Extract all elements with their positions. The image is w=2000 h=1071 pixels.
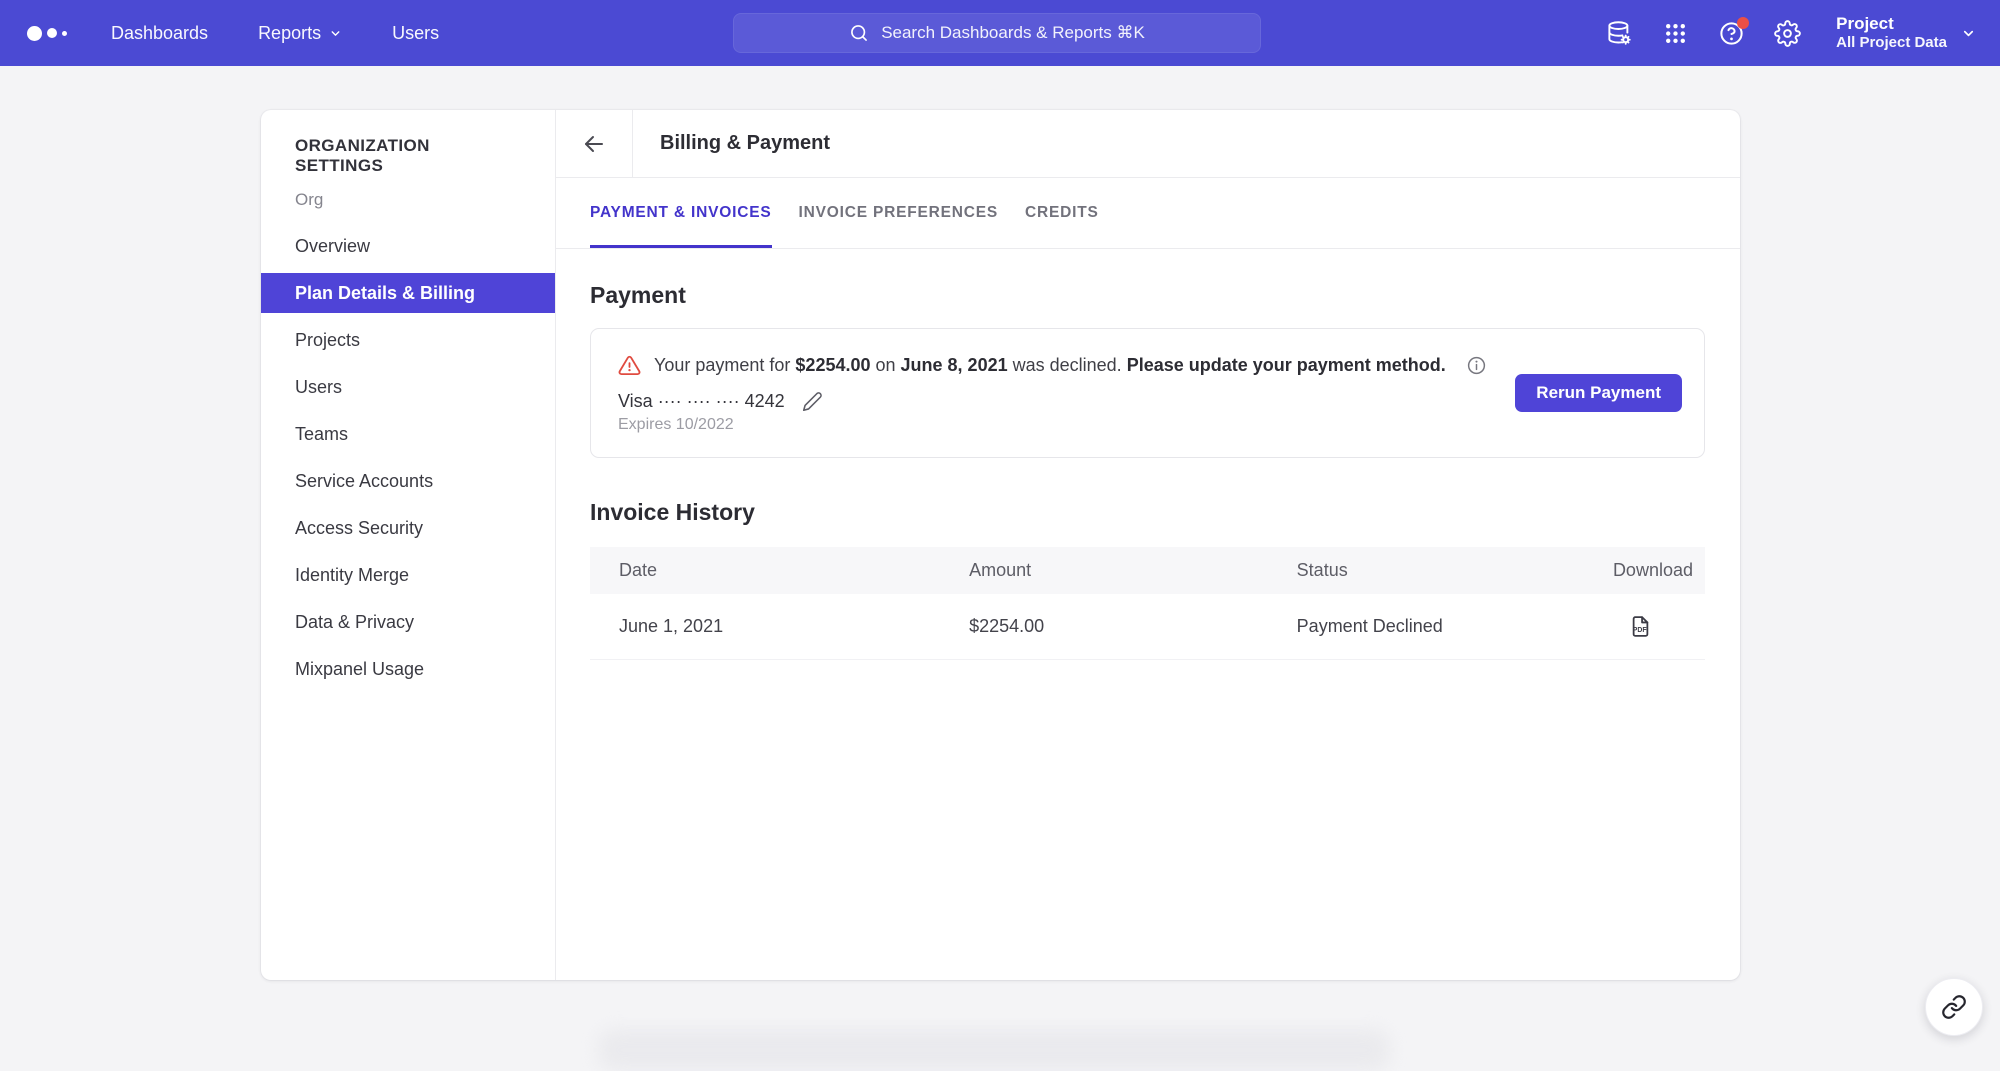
logo-dot [27, 26, 42, 41]
warning-triangle-icon [618, 354, 641, 377]
top-navbar: Dashboards Reports Users Search Dashboar… [0, 0, 2000, 66]
pencil-icon [802, 391, 823, 412]
alert-text-segment: Your payment for [654, 355, 795, 375]
column-header-date: Date [619, 560, 969, 581]
invoice-history-heading: Invoice History [590, 499, 1705, 526]
sidebar-item-plan-details-billing[interactable]: Plan Details & Billing [261, 273, 555, 313]
invoice-table-header: Date Amount Status Download [590, 547, 1705, 594]
project-switcher-labels: Project All Project Data [1836, 13, 1947, 53]
primary-nav: Dashboards Reports Users [111, 23, 439, 44]
settings-panel: ORGANIZATION SETTINGS Org Overview Plan … [261, 110, 1740, 980]
invoice-status: Payment Declined [1297, 616, 1587, 637]
column-header-status: Status [1297, 560, 1587, 581]
alert-text-segment: on [871, 355, 901, 375]
alert-emphasis: Please update your payment method. [1127, 355, 1446, 375]
navbar-right: Project All Project Data [1606, 13, 1976, 53]
org-name: Org [261, 190, 555, 210]
invoice-date: June 1, 2021 [619, 616, 969, 637]
sidebar-item-mixpanel-usage[interactable]: Mixpanel Usage [261, 649, 555, 689]
search-placeholder: Search Dashboards & Reports ⌘K [881, 23, 1145, 43]
sidebar-item-teams[interactable]: Teams [261, 414, 555, 454]
nav-link-users[interactable]: Users [392, 23, 439, 44]
payment-heading: Payment [590, 282, 1705, 309]
chevron-down-icon [329, 27, 342, 40]
alert-text-segment: was declined. [1008, 355, 1127, 375]
mixpanel-logo-icon[interactable] [27, 26, 67, 41]
tab-credits[interactable]: CREDITS [1025, 178, 1099, 248]
column-header-amount: Amount [969, 560, 1297, 581]
declined-alert: Your payment for $2254.00 on June 8, 202… [618, 354, 1677, 377]
sidebar-item-data-privacy[interactable]: Data & Privacy [261, 602, 555, 642]
card-expiry: Expires 10/2022 [618, 416, 1677, 434]
logo-dot [62, 31, 67, 36]
back-button[interactable] [556, 110, 633, 177]
sidebar-nav: Overview Plan Details & Billing Projects… [261, 226, 555, 696]
declined-alert-text: Your payment for $2254.00 on June 8, 202… [654, 355, 1446, 376]
sidebar-item-identity-merge[interactable]: Identity Merge [261, 555, 555, 595]
settings-gear-icon[interactable] [1774, 20, 1801, 47]
sidebar-item-access-security[interactable]: Access Security [261, 508, 555, 548]
payment-declined-card: Your payment for $2254.00 on June 8, 202… [590, 328, 1705, 458]
tab-content: Payment Your payment for $2254.00 on Jun… [556, 249, 1740, 660]
sidebar-item-service-accounts[interactable]: Service Accounts [261, 461, 555, 501]
edit-payment-method-button[interactable] [802, 391, 823, 412]
alert-date: June 8, 2021 [901, 355, 1008, 375]
card-label: Visa ···· ···· ···· 4242 [618, 391, 785, 412]
link-icon [1941, 994, 1967, 1020]
rerun-payment-button[interactable]: Rerun Payment [1515, 374, 1682, 412]
main-header: Billing & Payment [556, 110, 1740, 178]
project-switcher-subtitle: All Project Data [1836, 34, 1947, 53]
page: Dashboards Reports Users Search Dashboar… [0, 0, 2000, 1046]
info-icon[interactable] [1466, 355, 1487, 376]
sidebar-item-overview[interactable]: Overview [261, 226, 555, 266]
project-switcher-title: Project [1836, 13, 1947, 34]
invoice-row: June 1, 2021 $2254.00 Payment Declined P… [590, 594, 1705, 660]
billing-main: Billing & Payment PAYMENT & INVOICES INV… [556, 110, 1740, 980]
chevron-down-icon [1961, 26, 1976, 41]
logo-dot [47, 28, 57, 38]
sidebar-section-label: ORGANIZATION SETTINGS [261, 136, 555, 176]
column-header-download: Download [1587, 560, 1693, 581]
alert-amount: $2254.00 [795, 355, 870, 375]
sidebar-item-projects[interactable]: Projects [261, 320, 555, 360]
sidebar-item-users[interactable]: Users [261, 367, 555, 407]
search-input[interactable]: Search Dashboards & Reports ⌘K [733, 13, 1261, 53]
help-icon[interactable] [1718, 20, 1745, 47]
tab-invoice-preferences[interactable]: INVOICE PREFERENCES [799, 178, 999, 248]
copy-link-fab[interactable] [1925, 978, 1983, 1036]
pdf-file-icon: PDF [1628, 614, 1653, 639]
apps-grid-icon[interactable] [1662, 20, 1689, 47]
page-title: Billing & Payment [660, 132, 830, 155]
search-icon [849, 23, 869, 43]
scrolled-content-shadow [598, 1029, 1390, 1071]
invoice-table: Date Amount Status Download June 1, 2021… [590, 547, 1705, 660]
nav-link-dashboards[interactable]: Dashboards [111, 23, 208, 44]
arrow-left-icon [582, 132, 606, 156]
pdf-icon-label: PDF [1633, 627, 1647, 634]
tab-payment-invoices[interactable]: PAYMENT & INVOICES [590, 178, 772, 248]
invoice-amount: $2254.00 [969, 616, 1297, 637]
nav-link-reports[interactable]: Reports [258, 23, 342, 44]
notification-badge [1737, 17, 1749, 29]
data-management-icon[interactable] [1606, 20, 1633, 47]
download-pdf-button[interactable]: PDF [1628, 614, 1653, 639]
nav-link-reports-label: Reports [258, 23, 321, 44]
settings-sidebar: ORGANIZATION SETTINGS Org Overview Plan … [261, 110, 556, 980]
project-switcher[interactable]: Project All Project Data [1836, 13, 1976, 53]
billing-tabs: PAYMENT & INVOICES INVOICE PREFERENCES C… [556, 178, 1740, 249]
